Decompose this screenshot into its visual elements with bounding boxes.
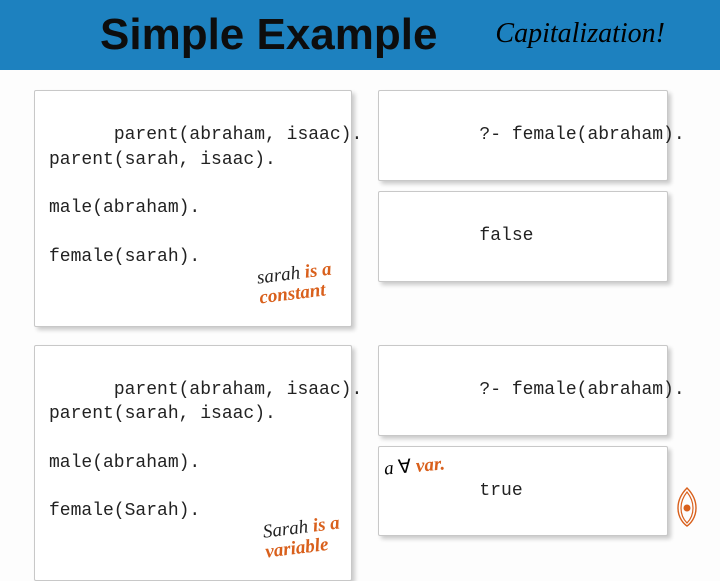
title-annotation: Capitalization! bbox=[495, 18, 665, 50]
code-box-query-bottom: ?- female(abraham). bbox=[378, 345, 668, 436]
slide-content: parent(abraham, isaac). parent(sarah, is… bbox=[0, 70, 720, 540]
code-text: parent(abraham, isaac). parent(sarah, is… bbox=[49, 380, 362, 521]
code-box-result-top: false bbox=[378, 191, 668, 282]
code-text: parent(abraham, isaac). parent(sarah, is… bbox=[49, 125, 362, 266]
title-bar: Simple Example Capitalization! bbox=[0, 0, 720, 70]
query-column-top: ?- female(abraham). false bbox=[378, 90, 686, 282]
slide-title: Simple Example bbox=[100, 10, 437, 60]
code-text: ?- female(abraham). bbox=[479, 380, 684, 400]
annotation-forall-var: a ∀ var. bbox=[383, 452, 446, 480]
code-box-facts-top: parent(abraham, isaac). parent(sarah, is… bbox=[34, 90, 352, 327]
example-row-top: parent(abraham, isaac). parent(sarah, is… bbox=[34, 90, 686, 327]
annotation-highlight: var. bbox=[410, 453, 445, 477]
logo-icon bbox=[672, 486, 702, 528]
code-text: true bbox=[479, 481, 522, 501]
annotation-constant: sarah is a constant bbox=[256, 259, 335, 308]
annotation-highlight: is a bbox=[303, 258, 332, 282]
example-row-bottom: parent(abraham, isaac). parent(sarah, is… bbox=[34, 345, 686, 581]
query-column-bottom: ?- female(abraham). true a ∀ var. bbox=[378, 345, 686, 537]
code-text: ?- female(abraham). bbox=[479, 125, 684, 145]
code-box-query-top: ?- female(abraham). bbox=[378, 90, 668, 181]
code-box-facts-bottom: parent(abraham, isaac). parent(sarah, is… bbox=[34, 345, 352, 581]
annotation-variable: Sarah is a variable bbox=[262, 514, 343, 563]
code-text: false bbox=[479, 226, 533, 246]
